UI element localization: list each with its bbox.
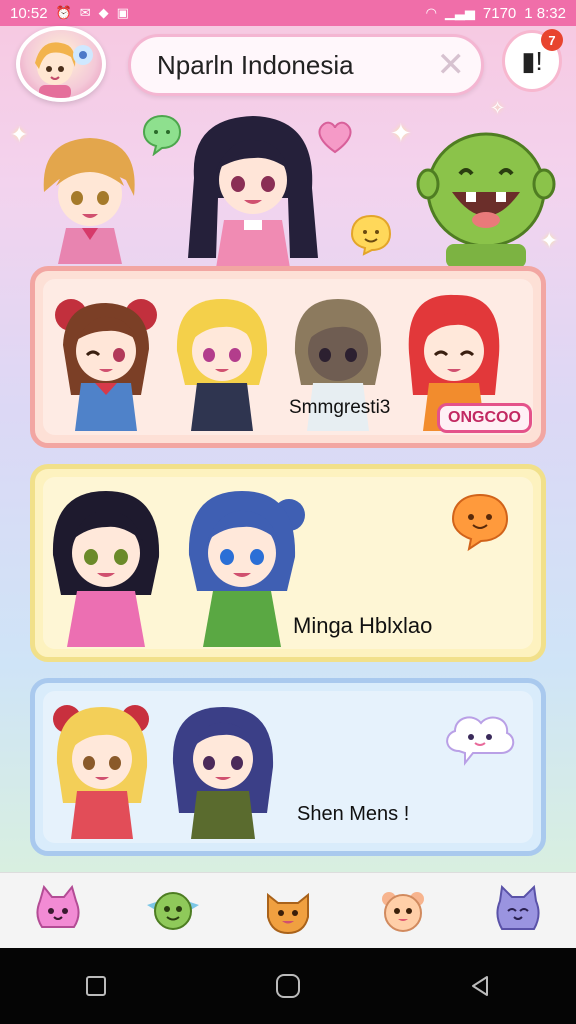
orange-bubble-icon [451, 493, 509, 552]
purple-cat-icon [496, 884, 540, 930]
square-icon [86, 976, 106, 996]
white-cloud-bubble-icon [446, 716, 515, 766]
sparkle-icon: ✧ [490, 98, 506, 118]
clock-right: 1 8:32 [524, 4, 566, 22]
sparkle-icon: ✦ [390, 118, 412, 148]
bottom-navigation [0, 872, 576, 949]
card-2-label: Minga Hblxlao [293, 613, 433, 638]
nav-item-purple-cat[interactable] [483, 876, 553, 946]
nav-item-green-dragon[interactable] [138, 876, 208, 946]
signal-icon: ▁▃▅ [444, 5, 475, 20]
character-card-3[interactable]: Shen Mens ! [30, 678, 546, 856]
character-card-2[interactable]: Minga Hblxlao [30, 464, 546, 662]
chat-bubble-icon [142, 114, 182, 156]
pink-cat-icon [36, 884, 80, 928]
app-header: Nparln Indonesia ✕ ▮! 7 [0, 26, 576, 108]
peach-bear-icon [382, 892, 425, 932]
hero-banner: ✦ ✦ ✦ ✧ [0, 98, 576, 268]
card-2-characters [41, 475, 307, 653]
wifi-icon: ◠ [425, 5, 437, 20]
status-left: 10:52 ⏰ ✉ ◆ ▣ [10, 5, 129, 22]
nav-item-pink-cat[interactable] [23, 876, 93, 946]
dark-hair-schoolgirl-character [52, 491, 160, 647]
smile-bubble-icon [350, 214, 392, 256]
orange-fox-icon [266, 892, 309, 935]
blonde-bow-girl-character [53, 705, 149, 839]
avatar-character-icon [35, 42, 93, 98]
card-1-label: Smmgresti3 [289, 397, 391, 418]
card-1-badge[interactable]: ONGCOO [437, 403, 532, 433]
search-text[interactable]: Nparln Indonesia [157, 50, 437, 81]
card-3-label: Shen Mens ! [297, 803, 410, 825]
alarm-icon: ⏰ [55, 5, 72, 20]
green-monster-character [416, 132, 556, 268]
blonde-girl-character [43, 138, 135, 264]
app-icon: ◆ [98, 5, 109, 20]
sparkle-icon: ✦ [10, 122, 29, 147]
status-bar: 10:52 ⏰ ✉ ◆ ▣ ◠ ▁▃▅ 7170 1 8:32 [0, 0, 576, 26]
nav-item-peach-bear[interactable] [368, 876, 438, 946]
brown-hair-girl-character [55, 299, 157, 431]
recents-button[interactable] [66, 956, 126, 1016]
notification-button[interactable]: ▮! 7 [502, 29, 563, 92]
profile-avatar[interactable] [16, 26, 106, 102]
blue-hair-girl-character [188, 491, 305, 647]
back-button[interactable] [450, 956, 510, 1016]
dark-hair-girl-character [188, 116, 318, 268]
clock-left: 10:52 [10, 4, 48, 22]
search-bar[interactable]: Nparln Indonesia ✕ [128, 34, 484, 96]
circle-icon [276, 974, 300, 998]
system-navigation-bar [0, 948, 576, 1024]
status-right: ◠ ▁▃▅ 7170 1 8:32 [426, 5, 566, 22]
character-card-1[interactable]: Smmgresti3 ONGCOO [30, 266, 546, 448]
green-dragon-icon [146, 892, 199, 930]
close-icon[interactable]: ✕ [437, 48, 466, 82]
card-3-characters [47, 693, 283, 843]
heart-bubble-icon [318, 121, 352, 154]
image-icon: ▣ [116, 5, 129, 20]
bell-icon: ▮! [521, 45, 543, 76]
battery-text: 7170 [482, 4, 517, 22]
message-icon: ✉ [79, 5, 91, 20]
back-triangle-icon [472, 976, 488, 996]
home-button[interactable] [258, 956, 318, 1016]
navy-hair-girl-character [172, 707, 274, 839]
nav-item-orange-fox[interactable] [253, 876, 323, 946]
blonde-boy-character [176, 299, 268, 431]
notification-badge: 7 [541, 29, 563, 51]
